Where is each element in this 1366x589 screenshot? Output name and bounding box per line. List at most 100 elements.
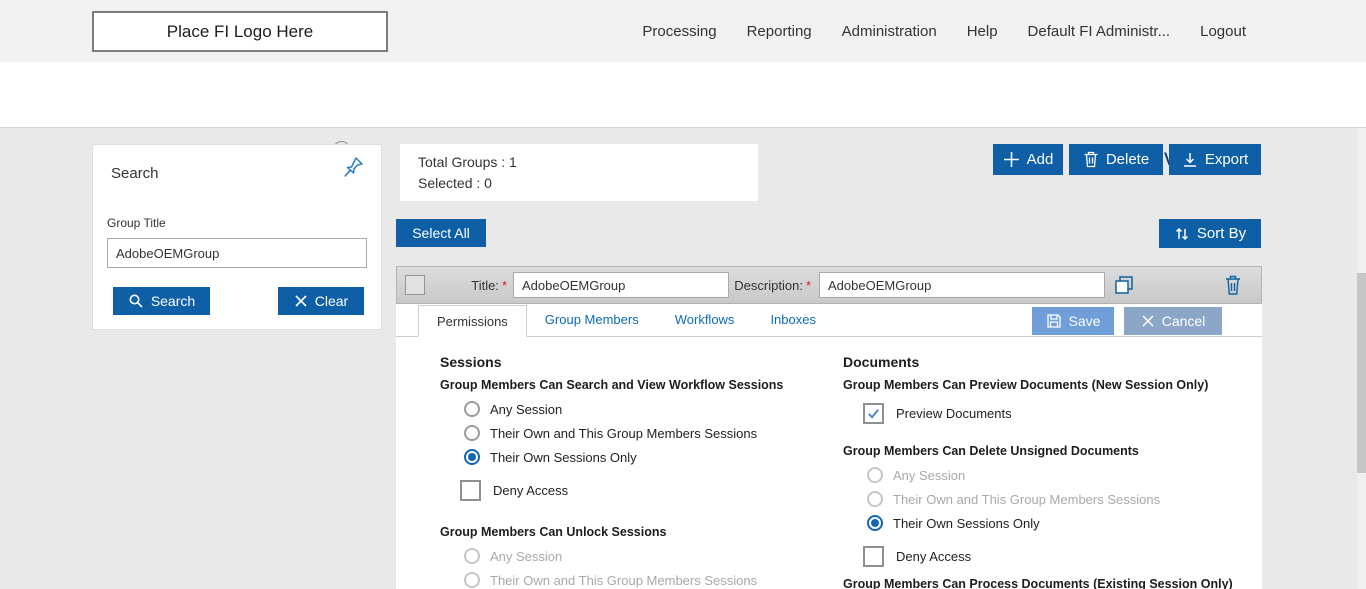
radio-option-any-session-disabled: Any Session: [464, 544, 832, 568]
add-button-label: Add: [1027, 151, 1054, 168]
groups-summary: Total Groups : 1 Selected : 0: [400, 144, 758, 201]
required-marker: *: [806, 278, 811, 293]
save-button[interactable]: Save: [1032, 307, 1114, 335]
sessions-column: Sessions Group Members Can Search and Vi…: [440, 337, 832, 589]
radio-option-own-and-group-disabled: Their Own and This Group Members Session…: [464, 568, 832, 589]
nav-processing[interactable]: Processing: [642, 23, 716, 40]
radio-option-label: Their Own and This Group Members Session…: [893, 492, 1160, 507]
tab-strip: Permissions Group Members Workflows Inbo…: [396, 304, 1262, 337]
search-button-label: Search: [151, 293, 195, 309]
nav-reporting[interactable]: Reporting: [747, 23, 812, 40]
download-icon: [1182, 152, 1198, 168]
close-icon: [294, 294, 308, 308]
search-panel-title: Search: [111, 165, 159, 182]
radio-icon[interactable]: [464, 401, 480, 417]
deny-access-label: Deny Access: [896, 549, 971, 564]
radio-option-own-only[interactable]: Their Own Sessions Only: [464, 445, 832, 469]
deny-access-row[interactable]: Deny Access: [460, 477, 832, 503]
export-button[interactable]: Export: [1169, 144, 1261, 175]
radio-option-any-session-disabled: Any Session: [867, 463, 1253, 487]
documents-heading: Documents: [843, 354, 1253, 370]
cancel-button-label: Cancel: [1162, 313, 1206, 329]
add-button[interactable]: Add: [993, 144, 1063, 175]
radio-icon-selected[interactable]: [464, 449, 480, 465]
scrollbar-thumb[interactable]: [1357, 273, 1366, 473]
copy-icon[interactable]: [1113, 274, 1136, 297]
radio-option-label: Any Session: [490, 549, 562, 564]
checkbox-icon-checked[interactable]: [863, 403, 884, 424]
radio-option-label: Their Own Sessions Only: [490, 450, 637, 465]
required-marker: *: [502, 278, 507, 293]
page-header: Group Maintenance Kinective Sign: [0, 62, 1366, 128]
description-label: Description: *: [733, 267, 811, 303]
nav-help[interactable]: Help: [967, 23, 998, 40]
radio-option-label: Any Session: [893, 468, 965, 483]
export-button-label: Export: [1205, 151, 1248, 168]
group-row: Title: * Description: *: [396, 266, 1262, 304]
group-card: Title: * Description: * Permissions Grou…: [396, 266, 1262, 589]
radio-option-any-session[interactable]: Any Session: [464, 397, 832, 421]
pin-icon[interactable]: [341, 155, 365, 179]
tab-workflows[interactable]: Workflows: [657, 304, 753, 336]
save-button-label: Save: [1069, 313, 1101, 329]
title-label: Title: *: [445, 267, 507, 303]
cancel-button[interactable]: Cancel: [1124, 307, 1222, 335]
checkbox-icon[interactable]: [460, 480, 481, 501]
group-title-input[interactable]: [107, 238, 367, 268]
delete-button[interactable]: Delete: [1069, 144, 1163, 175]
radio-option-label: Any Session: [490, 402, 562, 417]
permission-group-label: Group Members Can Preview Documents (New…: [843, 378, 1253, 392]
checkbox-icon[interactable]: [863, 546, 884, 567]
search-button[interactable]: Search: [113, 287, 210, 315]
radio-icon-disabled: [867, 467, 883, 483]
plus-icon: [1003, 151, 1020, 168]
radio-icon-disabled: [464, 548, 480, 564]
nav-logout[interactable]: Logout: [1200, 23, 1246, 40]
radio-icon[interactable]: [464, 425, 480, 441]
permission-group-label: Group Members Can Unlock Sessions: [440, 525, 832, 539]
radio-option-own-and-group-disabled: Their Own and This Group Members Session…: [867, 487, 1253, 511]
scrollbar-track[interactable]: [1357, 128, 1366, 589]
permissions-panel: Sessions Group Members Can Search and Vi…: [396, 337, 1262, 589]
description-label-text: Description:: [734, 278, 803, 293]
selected-count: Selected : 0: [418, 175, 740, 191]
close-icon: [1141, 314, 1155, 328]
documents-column: Documents Group Members Can Preview Docu…: [843, 337, 1253, 589]
clear-button-label: Clear: [315, 293, 348, 309]
tab-inboxes[interactable]: Inboxes: [752, 304, 834, 336]
preview-documents-label: Preview Documents: [896, 406, 1012, 421]
radio-option-label: Their Own Sessions Only: [893, 516, 1040, 531]
sessions-heading: Sessions: [440, 354, 832, 370]
select-all-label: Select All: [412, 225, 470, 241]
select-all-button[interactable]: Select All: [396, 219, 486, 247]
search-icon: [128, 293, 144, 309]
deny-access-label: Deny Access: [493, 483, 568, 498]
title-label-text: Title:: [471, 278, 499, 293]
nav-user-menu[interactable]: Default FI Administr...: [1028, 23, 1171, 40]
radio-option-own-and-group[interactable]: Their Own and This Group Members Session…: [464, 421, 832, 445]
title-input[interactable]: [513, 272, 729, 298]
radio-option-own-only[interactable]: Their Own Sessions Only: [867, 511, 1253, 535]
radio-option-label: Their Own and This Group Members Session…: [490, 426, 757, 441]
top-navigation: Processing Reporting Administration Help…: [642, 0, 1246, 62]
search-panel: Search Group Title Search Clear: [92, 144, 382, 330]
nav-administration[interactable]: Administration: [842, 23, 937, 40]
preview-documents-row[interactable]: Preview Documents: [863, 400, 1253, 426]
sort-icon: [1174, 226, 1190, 242]
row-trash-icon[interactable]: [1223, 274, 1243, 297]
tab-permissions[interactable]: Permissions: [418, 305, 527, 337]
radio-icon-disabled: [867, 491, 883, 507]
permission-group-label: Group Members Can Delete Unsigned Docume…: [843, 444, 1253, 458]
radio-icon-selected[interactable]: [867, 515, 883, 531]
sort-by-label: Sort By: [1197, 225, 1246, 242]
delete-button-label: Delete: [1106, 151, 1149, 168]
row-checkbox[interactable]: [405, 275, 425, 295]
radio-icon-disabled: [464, 572, 480, 588]
description-input[interactable]: [819, 272, 1105, 298]
floppy-icon: [1046, 313, 1062, 329]
permission-group-label: Group Members Can Process Documents (Exi…: [843, 577, 1253, 589]
tab-group-members[interactable]: Group Members: [527, 304, 657, 336]
clear-button[interactable]: Clear: [278, 287, 364, 315]
sort-by-button[interactable]: Sort By: [1159, 219, 1261, 248]
deny-access-row[interactable]: Deny Access: [863, 543, 1253, 569]
